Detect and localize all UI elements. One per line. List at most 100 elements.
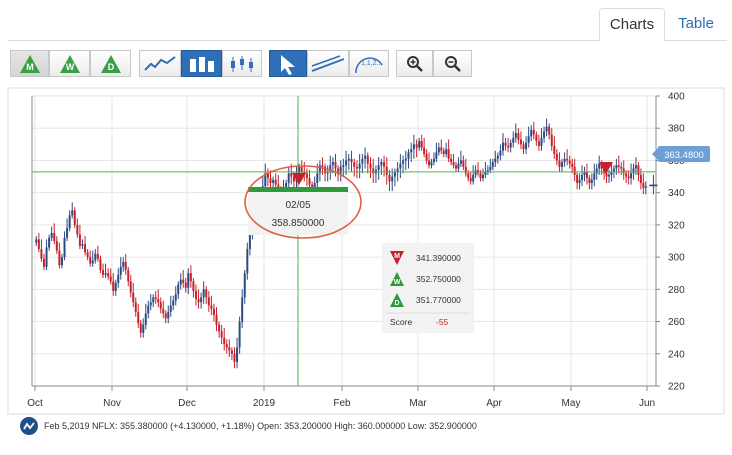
- candle-body: [243, 273, 246, 298]
- candle-body: [353, 162, 356, 167]
- candle-body: [573, 166, 576, 175]
- candle-body: [89, 257, 92, 264]
- candle-body: [509, 142, 512, 148]
- candle-body: [290, 173, 293, 177]
- candle-body: [517, 133, 520, 140]
- monthly-signal-button[interactable]: M: [10, 50, 49, 77]
- candle-body: [78, 234, 81, 246]
- tab-charts[interactable]: Charts: [599, 8, 665, 41]
- candle-body: [184, 282, 187, 288]
- quote-summary: Feb 5,2019 NFLX: 355.380000 (+4.130000, …: [44, 421, 477, 431]
- candle-body: [147, 305, 150, 314]
- x-tick-label: 2019: [253, 398, 276, 409]
- y-tick-label: 300: [668, 253, 685, 264]
- candle-body: [555, 154, 558, 161]
- candle-body: [81, 244, 84, 246]
- candle-body: [430, 162, 433, 166]
- candle-body: [620, 166, 623, 169]
- bar-chart-button[interactable]: [181, 50, 222, 77]
- trendline-tool-button[interactable]: [307, 50, 349, 77]
- candle-body: [218, 324, 221, 332]
- y-tick-label: 400: [668, 92, 685, 103]
- candle-body: [530, 129, 533, 137]
- candle-body: [391, 176, 394, 182]
- pointer-tool-button[interactable]: [269, 50, 307, 77]
- candle-body: [469, 178, 472, 182]
- candle-body: [137, 311, 140, 324]
- x-tick-label: Feb: [333, 398, 351, 409]
- candle-body: [215, 315, 218, 325]
- candle-body: [187, 273, 190, 288]
- tab-table[interactable]: Table: [666, 8, 726, 41]
- signal-value: 352.750000: [416, 274, 461, 284]
- line-chart-icon: [144, 55, 176, 71]
- line-chart-button[interactable]: [139, 50, 181, 77]
- weekly-signal-button[interactable]: W: [49, 50, 90, 77]
- candle-body: [627, 176, 630, 179]
- zoom-in-button[interactable]: [396, 50, 433, 77]
- candle-body: [369, 163, 372, 169]
- candle-body: [545, 126, 548, 132]
- candle-body: [53, 232, 56, 241]
- candle-chart-icon: [231, 55, 253, 72]
- candle-body: [192, 281, 195, 291]
- candle-body: [404, 158, 407, 161]
- candle-body: [37, 239, 40, 250]
- candle-body: [124, 261, 127, 270]
- candle-body: [578, 179, 581, 183]
- candle-body: [99, 258, 102, 270]
- candle-body: [230, 350, 233, 354]
- candle-body: [514, 133, 517, 138]
- candle-body: [76, 224, 79, 235]
- candle-body: [380, 162, 383, 166]
- candle-body: [507, 145, 510, 148]
- candle-body: [622, 168, 625, 174]
- candle-body: [174, 294, 177, 301]
- candle-body: [361, 158, 364, 164]
- candle-body: [563, 158, 566, 163]
- candle-body: [157, 299, 160, 303]
- price-chart[interactable]: 220240260280300320340360380400OctNovDec2…: [0, 86, 732, 416]
- candle-body: [632, 168, 635, 174]
- candle-body: [537, 141, 540, 146]
- candle-body: [445, 149, 448, 154]
- candle-body: [637, 165, 640, 175]
- candle-body: [527, 136, 530, 143]
- candle-body: [144, 313, 147, 325]
- candle-body: [385, 166, 388, 175]
- daily-signal-button[interactable]: D: [90, 50, 131, 77]
- candle-body: [372, 168, 375, 174]
- svg-text:D: D: [107, 62, 114, 72]
- fibonacci-tool-button[interactable]: 1,1,2...: [349, 50, 389, 77]
- zoom-in-icon: [406, 55, 423, 72]
- candle-body: [402, 160, 405, 164]
- candle-body: [432, 158, 435, 163]
- zoom-out-button[interactable]: [433, 50, 472, 77]
- candle-body: [494, 158, 497, 163]
- candle-body: [167, 311, 170, 319]
- candle-body: [355, 166, 358, 169]
- candle-body: [109, 276, 112, 282]
- candle-chart-button[interactable]: [222, 50, 262, 77]
- candle-body: [122, 261, 125, 267]
- candle-body: [576, 174, 579, 183]
- x-tick-label: Dec: [178, 398, 196, 409]
- candle-body: [212, 308, 215, 316]
- candle-body: [91, 260, 94, 264]
- y-tick-label: 280: [668, 285, 685, 296]
- signal-tag: W: [394, 279, 401, 286]
- candle-body: [558, 160, 561, 167]
- candle-body: [491, 162, 494, 167]
- candle-body: [415, 144, 418, 148]
- candle-body: [210, 305, 213, 309]
- candle-body: [644, 186, 647, 188]
- candle-body: [566, 158, 569, 161]
- candle-body: [440, 147, 443, 151]
- y-tick-label: 340: [668, 188, 685, 199]
- candle-body: [345, 160, 348, 166]
- x-tick-label: Nov: [103, 398, 121, 409]
- candle-body: [639, 174, 642, 183]
- candle-body: [334, 162, 337, 169]
- chart-frame: [7, 87, 725, 415]
- candle-body: [459, 160, 462, 164]
